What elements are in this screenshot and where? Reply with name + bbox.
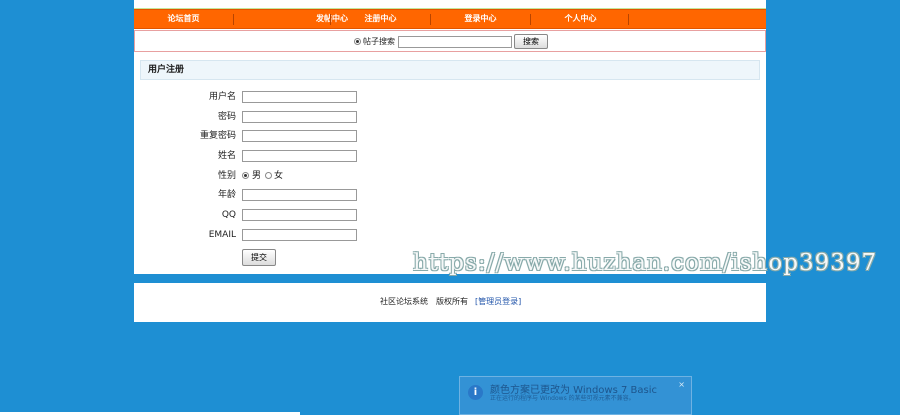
nav-item-register[interactable]: 注册中心 [331,10,430,28]
search-type-radio[interactable] [354,38,361,45]
main-nav: 论坛首页 发帖中心 注册中心 登录中心 个人中心 [134,9,766,29]
info-icon: i [468,385,483,400]
system-notification[interactable]: i 颜色方案已更改为 Windows 7 Basic 正在运行的程序与 Wind… [459,376,692,415]
age-label: 年龄 [217,190,236,200]
notification-title: 颜色方案已更改为 Windows 7 Basic [490,385,658,396]
watermark-text: https://www.huzhan.com/ishop39397 [413,250,878,276]
search-bar: 帖子搜索 搜索 [134,30,766,52]
age-input[interactable] [242,189,357,201]
realname-label: 姓名 [217,151,236,161]
search-button[interactable]: 搜索 [514,34,548,49]
gender-label: 性别 [217,171,236,181]
username-label: 用户名 [208,92,236,102]
qq-input[interactable] [242,209,357,221]
password-input[interactable] [242,111,357,123]
search-type-label: 帖子搜索 [363,37,395,46]
nav-item-home[interactable]: 论坛首页 [134,10,233,28]
gender-female-label: 女 [274,171,284,181]
username-input[interactable] [242,91,357,103]
gender-female-radio[interactable] [265,172,272,179]
nav-item-profile[interactable]: 个人中心 [531,10,630,28]
search-input[interactable] [398,36,512,48]
nav-item-login[interactable]: 登录中心 [431,10,530,28]
footer-copyright: 版权所有 [436,297,468,306]
gender-male-label: 男 [252,171,262,181]
email-label: EMAIL [208,230,236,240]
realname-input[interactable] [242,150,357,162]
qq-label: QQ [221,210,236,220]
confirm-password-label: 重复密码 [199,131,236,141]
admin-login-link[interactable]: [管理员登录] [475,297,521,307]
submit-button[interactable]: 提交 [242,249,276,266]
gender-male-radio[interactable] [242,172,249,179]
notification-body: 正在运行的程序与 Windows 的某些可视元素不兼容。 [490,395,635,402]
confirm-password-input[interactable] [242,130,357,142]
nav-separator [628,14,629,25]
register-panel-title: 用户注册 [140,60,760,80]
footer-system-name: 社区论坛系统 [380,297,428,306]
footer: 社区论坛系统 版权所有 [管理员登录] [134,283,766,322]
email-input[interactable] [242,229,357,241]
close-icon[interactable]: × [678,380,685,389]
password-label: 密码 [217,112,236,122]
